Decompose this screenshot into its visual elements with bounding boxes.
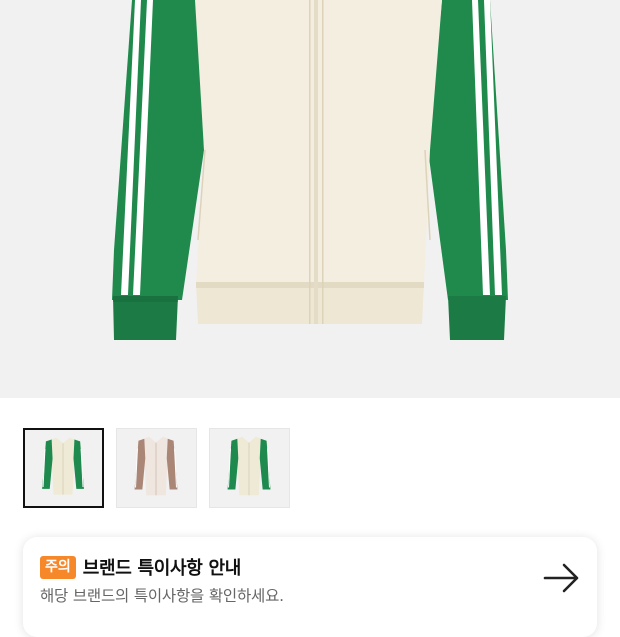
thumbnail-list [23, 428, 290, 508]
product-main-image[interactable] [0, 0, 620, 398]
notice-header: 주의 브랜드 특이사항 안내 [40, 554, 241, 580]
thumbnail-item-3[interactable] [209, 428, 290, 508]
arrow-right-icon[interactable] [543, 562, 581, 594]
notice-description: 해당 브랜드의 특이사항을 확인하세요. [40, 587, 284, 605]
thumbnail-item-1[interactable] [23, 428, 104, 508]
jacket-thumbnail-icon [227, 436, 271, 496]
brand-notice-card[interactable]: 주의 브랜드 특이사항 안내 해당 브랜드의 특이사항을 확인하세요. [23, 537, 597, 637]
jacket-illustration [112, 0, 508, 340]
thumbnail-item-2[interactable] [116, 428, 197, 508]
jacket-thumbnail-icon [42, 437, 84, 495]
warning-badge: 주의 [40, 555, 76, 579]
notice-title: 브랜드 특이사항 안내 [82, 558, 242, 579]
jacket-thumbnail-icon [134, 436, 178, 496]
